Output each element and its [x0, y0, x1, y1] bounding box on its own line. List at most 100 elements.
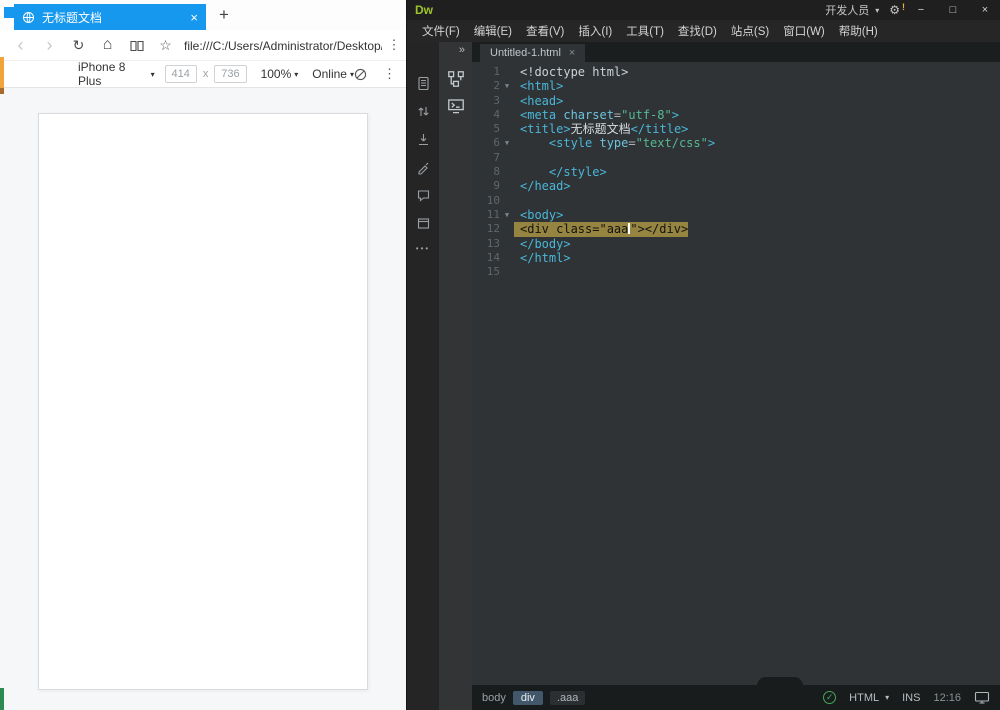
browser-navbar: ‹ › ↻ ⌂ ☆ file:///C:/Users/Administrator… — [0, 30, 406, 60]
document-tab[interactable]: Untitled-1.html × — [480, 44, 586, 62]
lint-ok-icon: ✓ — [823, 691, 837, 704]
tag-selector-crumb[interactable]: .aaa — [549, 690, 586, 705]
address-text[interactable]: file:///C:/Users/Administrator/Desktop/新 — [184, 37, 382, 54]
code-text: <body> — [520, 207, 564, 222]
maximize-button[interactable]: □ — [942, 4, 964, 16]
snippets-panel-icon[interactable] — [447, 98, 465, 114]
menu-item[interactable]: 编辑(E) — [467, 23, 519, 39]
insert-mode-indicator: INS — [902, 691, 921, 704]
fold-arrow-icon[interactable]: ▼ — [500, 79, 514, 93]
tag-selector-crumb[interactable]: div — [512, 690, 543, 705]
code-text: <head> — [520, 93, 564, 108]
zoom-select[interactable]: 100% ▾ — [261, 67, 299, 81]
device-name: iPhone 8 Plus — [78, 60, 126, 88]
home-icon[interactable]: ⌂ — [93, 36, 122, 54]
code-text: <title>无标题文档</title> — [520, 122, 689, 137]
device-more-icon[interactable]: ⋮ — [383, 66, 396, 82]
doctype-indicator[interactable]: HTML ▾ — [849, 692, 889, 704]
network-select[interactable]: Online ▾ — [312, 67, 354, 81]
code-line[interactable]: 1 <!doctype html> — [472, 65, 1000, 79]
code-lines[interactable]: 1 <!doctype html> 2 ▼ <html> 3 <head> 4 <meta ch… — [472, 62, 1000, 685]
menu-item[interactable]: 帮助(H) — [832, 23, 885, 39]
code-line[interactable]: 14 </html> — [472, 251, 1000, 265]
background-window-sliver-orange — [0, 57, 4, 88]
dw-main: ••• » Untitled-1.html × 1 <!doctype html… — [407, 42, 1000, 710]
customize-toolbar-icon[interactable]: ••• — [416, 244, 430, 253]
code-text: <style type="text/css"> — [520, 136, 716, 151]
caret-down-icon: ▾ — [875, 5, 880, 15]
menu-item[interactable]: 窗口(W) — [776, 23, 832, 39]
device-select[interactable]: iPhone 8 Plus ▾ — [78, 60, 155, 88]
format-source-icon[interactable] — [416, 160, 431, 175]
code-text: </style> — [520, 165, 607, 180]
collapse-panels-icon[interactable]: » — [459, 44, 472, 56]
tag-selector-crumb[interactable]: body — [482, 692, 506, 704]
tab-close-icon[interactable]: × — [569, 47, 575, 59]
menu-item[interactable]: 查看(V) — [519, 23, 571, 39]
menu-item[interactable]: 插入(I) — [571, 23, 619, 39]
browser-window: 无标题文档 × + ‹ › ↻ ⌂ ☆ file:///C:/Users/Adm… — [0, 0, 406, 710]
screen: 无标题文档 × + ‹ › ↻ ⌂ ☆ file:///C:/Users/Adm… — [0, 0, 1000, 710]
code-line[interactable]: 2 ▼ <html> — [472, 79, 1000, 93]
globe-icon — [22, 11, 35, 23]
open-documents-icon[interactable] — [416, 76, 431, 91]
code-text: </html> — [520, 250, 571, 265]
close-button[interactable]: × — [974, 4, 996, 16]
line-number: 3 — [493, 93, 500, 107]
live-code-icon[interactable] — [416, 132, 431, 147]
code-line[interactable]: 7 — [472, 151, 1000, 165]
viewport-height-input[interactable]: 736 — [214, 65, 247, 83]
caret-down-icon: ▾ — [294, 69, 299, 79]
new-tab-button[interactable]: + — [212, 3, 236, 27]
line-number: 10 — [486, 193, 500, 207]
network-value: Online — [312, 67, 347, 81]
code-line[interactable]: 12 <div class="aaa "></div> — [472, 222, 1000, 237]
reading-view-icon[interactable] — [122, 37, 151, 53]
favorites-star-icon[interactable]: ☆ — [151, 37, 180, 54]
document-tab-label: Untitled-1.html — [490, 47, 561, 59]
menu-item[interactable]: 查找(D) — [671, 23, 724, 39]
code-line[interactable]: 9 </head> — [472, 179, 1000, 193]
rotate-disabled-icon[interactable] — [354, 68, 367, 81]
file-management-icon[interactable] — [416, 104, 431, 119]
menu-item[interactable]: 工具(T) — [619, 23, 671, 39]
fold-arrow-icon[interactable]: ▼ — [500, 136, 514, 150]
menu-item[interactable]: 站点(S) — [724, 23, 776, 39]
browser-more-icon[interactable]: ⋮ — [382, 37, 406, 53]
browser-tab[interactable]: 无标题文档 × — [14, 4, 206, 30]
line-number: 5 — [493, 122, 500, 136]
apply-comment-icon[interactable] — [416, 188, 431, 203]
tab-close-icon[interactable]: × — [190, 11, 198, 24]
back-icon[interactable]: ‹ — [6, 36, 35, 54]
code-line[interactable]: 13 </body> — [472, 237, 1000, 251]
code-line[interactable]: 3 <head> — [472, 94, 1000, 108]
minimize-button[interactable]: − — [910, 4, 932, 16]
code-line[interactable]: 6 ▼ <style type="text/css"> — [472, 136, 1000, 150]
workspace-switcher[interactable]: 开发人员 ▾ — [825, 2, 879, 18]
code-line[interactable]: 5 <title>无标题文档</title> — [472, 122, 1000, 136]
code-text: </body> — [520, 236, 571, 251]
refresh-icon[interactable]: ↻ — [64, 37, 93, 54]
realtime-preview-icon[interactable] — [974, 691, 990, 704]
code-line[interactable]: 11 ▼ <body> — [472, 208, 1000, 222]
code-text: <meta charset="utf-8"> — [520, 107, 679, 122]
line-number: 11 — [486, 207, 500, 221]
code-line[interactable]: 15 — [472, 265, 1000, 279]
structure-panel-icon[interactable] — [447, 70, 465, 88]
statusbar-handle — [757, 677, 803, 686]
settings-gear-icon[interactable]: ⚙ ! — [889, 2, 905, 17]
caret-down-icon: ▾ — [150, 69, 155, 79]
menu-item[interactable]: 文件(F) — [415, 23, 467, 39]
code-text: <div class="aaa "></div> — [514, 222, 689, 237]
line-number: 6 — [493, 136, 500, 150]
viewport-width-input[interactable]: 414 — [164, 65, 197, 83]
browser-tabbar: 无标题文档 × + — [0, 0, 406, 30]
inspect-window-icon[interactable] — [416, 216, 431, 231]
line-number: 12 — [486, 222, 500, 236]
cursor-position: 12:16 — [933, 691, 961, 704]
code-line[interactable]: 4 <meta charset="utf-8"> — [472, 108, 1000, 122]
code-line[interactable]: 8 </style> — [472, 165, 1000, 179]
code-line[interactable]: 10 — [472, 194, 1000, 208]
fold-arrow-icon[interactable]: ▼ — [500, 208, 514, 222]
forward-icon[interactable]: › — [35, 36, 64, 54]
